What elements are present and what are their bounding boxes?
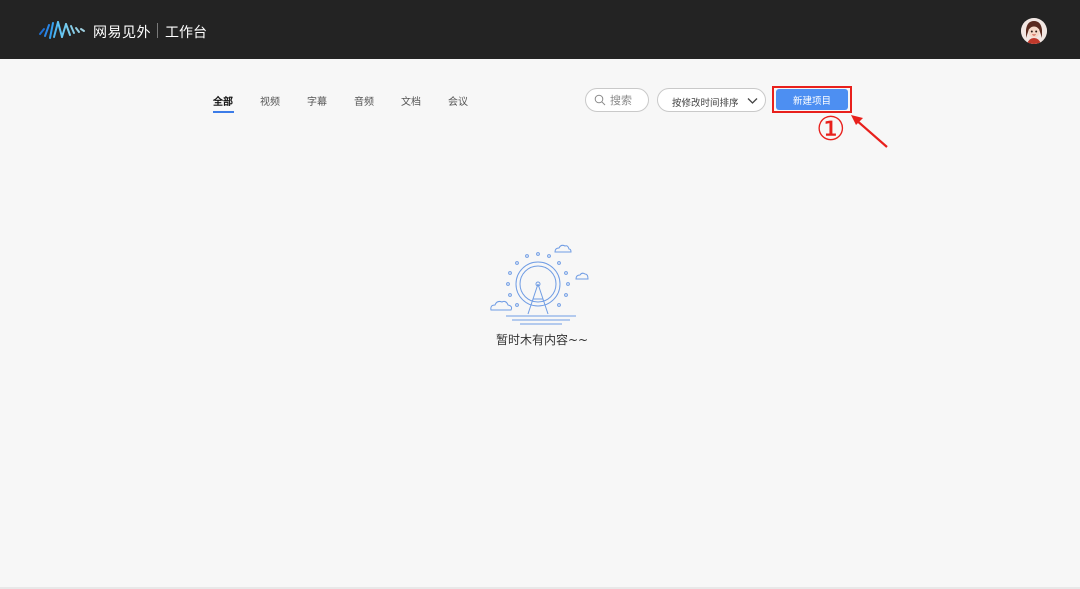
annotation-step-marker: ① [816,109,846,148]
new-project-button[interactable]: 新建项目 [776,89,848,110]
top-navigation-bar: 网易见外 工作台 [0,0,1080,59]
ferris-wheel-icon [490,244,589,325]
tab-all[interactable]: 全部 [213,93,233,108]
tab-meetings[interactable]: 会议 [448,93,468,108]
sort-dropdown[interactable]: 按修改时间排序 [657,88,766,112]
brand-name: 网易见外 [93,25,151,41]
user-avatar-icon[interactable] [1021,18,1047,44]
active-tab-indicator [213,111,234,113]
tab-documents[interactable]: 文档 [401,93,421,108]
workspace-title: 工作台 [165,25,207,41]
tab-video[interactable]: 视频 [260,93,280,108]
waveform-logo-icon[interactable] [38,20,86,40]
chevron-down-icon [747,98,758,104]
search-input[interactable] [610,93,646,108]
tab-audio[interactable]: 音频 [354,93,374,108]
empty-state-message: 暂时木有内容~~ [496,333,589,347]
tab-subtitles[interactable]: 字幕 [307,93,327,108]
search-box[interactable] [585,88,649,112]
sort-dropdown-label: 按修改时间排序 [672,98,739,109]
brand-divider [157,23,158,38]
search-icon [594,94,606,106]
annotation-arrow-icon [851,115,888,148]
